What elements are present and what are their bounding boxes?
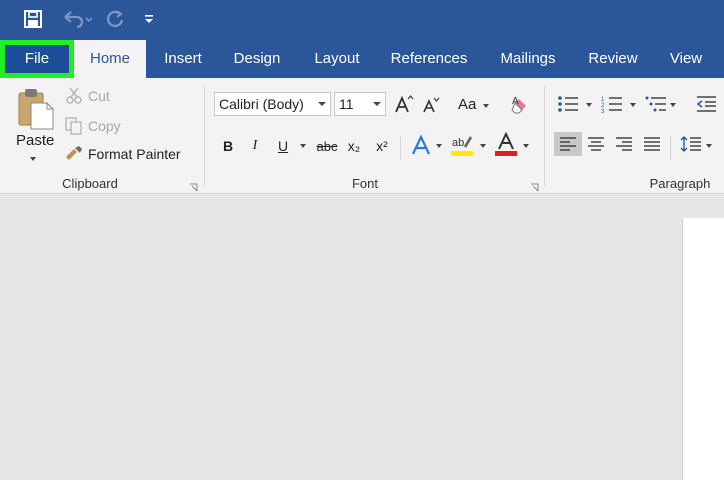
change-case-button[interactable]: Aa — [458, 96, 476, 113]
font-divider — [400, 136, 401, 160]
text-effects-icon[interactable] — [410, 134, 432, 158]
document-page[interactable] — [682, 218, 724, 480]
text-effects-dropdown-icon[interactable] — [436, 144, 442, 148]
bullets-dropdown-icon[interactable] — [586, 103, 592, 107]
shrink-font-icon[interactable] — [422, 96, 440, 114]
strikethrough-button[interactable]: abc — [314, 135, 340, 157]
svg-text:A: A — [512, 96, 519, 107]
document-area — [0, 195, 724, 480]
font-launcher-icon[interactable] — [530, 179, 539, 192]
grow-font-icon[interactable] — [394, 94, 414, 114]
title-bar — [0, 0, 724, 40]
multilevel-list-icon[interactable] — [644, 92, 668, 116]
save-icon[interactable] — [20, 6, 46, 32]
tab-mailings[interactable]: Mailings — [490, 40, 566, 78]
font-color-dropdown-icon[interactable] — [523, 144, 529, 148]
svg-text:3: 3 — [601, 109, 605, 114]
paragraph-group-label: Paragraph — [649, 176, 711, 191]
italic-button[interactable]: I — [248, 135, 262, 157]
group-divider — [204, 86, 205, 186]
decrease-indent-icon[interactable] — [694, 92, 718, 116]
font-name-box[interactable]: Calibri (Body) — [214, 92, 331, 116]
group-divider — [544, 86, 545, 186]
ribbon-tabs: File Home Insert Design Layout Reference… — [0, 40, 724, 78]
font-name-dropdown-icon[interactable] — [318, 102, 326, 106]
bold-button[interactable]: B — [220, 135, 236, 157]
font-size-dropdown-icon[interactable] — [373, 102, 381, 106]
subscript-button[interactable]: x₂ — [344, 135, 364, 157]
paste-icon[interactable] — [14, 86, 56, 132]
tab-insert[interactable]: Insert — [150, 40, 216, 78]
font-size-box[interactable]: 11 — [334, 92, 386, 116]
paste-button[interactable]: Paste — [16, 132, 54, 149]
clipboard-launcher-icon[interactable] — [189, 179, 198, 192]
highlight-color-icon[interactable]: ab — [450, 132, 474, 158]
undo-icon[interactable] — [58, 6, 96, 32]
line-spacing-icon[interactable] — [678, 132, 704, 156]
format-painter-icon — [64, 144, 84, 164]
tab-design[interactable]: Design — [222, 40, 292, 78]
font-name-value: Calibri (Body) — [219, 96, 304, 112]
tab-file[interactable]: File — [0, 40, 74, 78]
cut-button[interactable]: Cut — [88, 88, 110, 104]
superscript-button[interactable]: x² — [372, 135, 392, 157]
tab-home[interactable]: Home — [74, 40, 146, 78]
svg-text:ab: ab — [452, 137, 464, 149]
cut-icon — [64, 86, 84, 106]
tab-view[interactable]: View — [660, 40, 712, 78]
underline-dropdown-icon[interactable] — [300, 144, 306, 148]
paragraph-divider — [670, 136, 671, 160]
multilevel-list-dropdown-icon[interactable] — [670, 103, 676, 107]
align-left-icon[interactable] — [554, 132, 582, 156]
paste-dropdown-icon[interactable] — [30, 157, 36, 161]
customize-icon[interactable] — [140, 6, 158, 32]
clear-formatting-icon[interactable]: A — [510, 94, 532, 116]
align-right-icon[interactable] — [612, 132, 636, 156]
tab-layout[interactable]: Layout — [302, 40, 372, 78]
tab-review[interactable]: Review — [578, 40, 648, 78]
highlight-color-dropdown-icon[interactable] — [480, 144, 486, 148]
bullets-icon[interactable] — [556, 92, 580, 116]
align-center-icon[interactable] — [584, 132, 608, 156]
copy-icon — [64, 116, 84, 136]
font-size-value: 11 — [339, 96, 354, 112]
numbering-icon[interactable]: 123 — [600, 92, 624, 116]
clipboard-group-label: Clipboard — [62, 176, 118, 191]
ribbon-home: Paste Cut Copy Format Painter Clipboard … — [0, 78, 724, 194]
font-color-icon[interactable] — [494, 132, 518, 158]
line-spacing-dropdown-icon[interactable] — [706, 144, 712, 148]
underline-button[interactable]: U — [275, 135, 291, 157]
numbering-dropdown-icon[interactable] — [630, 103, 636, 107]
copy-button[interactable]: Copy — [88, 118, 121, 134]
justify-icon[interactable] — [640, 132, 664, 156]
redo-icon[interactable] — [102, 6, 128, 32]
format-painter-button[interactable]: Format Painter — [88, 146, 181, 162]
tab-references[interactable]: References — [382, 40, 476, 78]
change-case-dropdown-icon[interactable] — [483, 104, 489, 108]
font-group-label: Font — [351, 176, 378, 191]
